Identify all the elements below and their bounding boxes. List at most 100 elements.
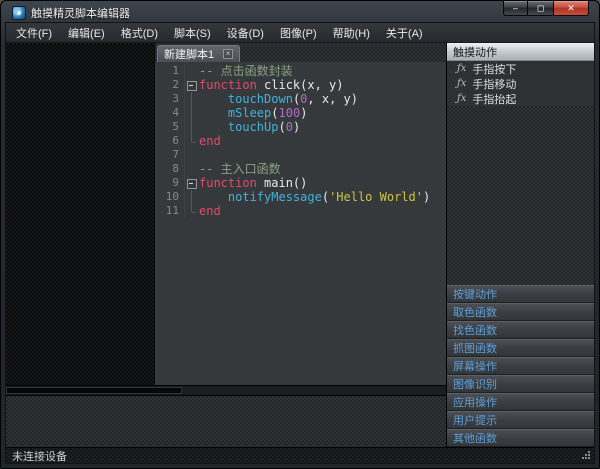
menu-item[interactable]: 帮助(H) [325, 23, 378, 42]
horizontal-scrollbar[interactable] [6, 385, 446, 395]
status-bar: 未连接设备 [6, 447, 594, 463]
code-line: 6 end [155, 134, 446, 148]
app-icon[interactable] [12, 6, 26, 20]
code-line: 1 -- 点击函数封装 [155, 64, 446, 78]
code-line: 8 -- 主入口函数 [155, 162, 446, 176]
token-plain: , x, y) [307, 92, 358, 106]
token-plain: ( [271, 106, 279, 120]
token-comment: -- 点击函数封装 [199, 64, 293, 78]
panel-header-touch-actions[interactable]: 触摸动作 [447, 43, 594, 61]
function-icon: ƒx [457, 93, 467, 104]
code-text: touchDown(0, x, y) [198, 92, 358, 106]
menu-item[interactable]: 格式(D) [113, 23, 166, 42]
tab-new-script[interactable]: 新建脚本1 × [157, 45, 241, 62]
menu-item[interactable]: 图像(P) [272, 23, 325, 42]
line-number: 3 [155, 92, 185, 106]
fold-guide [185, 148, 198, 162]
panel-header[interactable]: 找色函数 [447, 321, 594, 339]
work-area: 新建脚本1 × 1 -- 点击函数封装 2 function click(x, y) 3… [6, 43, 446, 385]
code-text: function main() [198, 176, 307, 190]
panel-header[interactable]: 抓图函数 [447, 339, 594, 357]
maximize-button[interactable]: ◻ [528, 1, 553, 16]
token-string: 'Hello World' [329, 190, 423, 204]
code-line: 10 notifyMessage('Hello World') [155, 190, 446, 204]
tab-close-icon[interactable]: × [223, 49, 234, 59]
function-item[interactable]: ƒx 手指按下 [447, 61, 594, 76]
code-line: 7 [155, 148, 446, 162]
function-item-label: 手指按下 [472, 63, 517, 76]
minimize-button[interactable]: – [503, 1, 528, 16]
maximize-icon: ◻ [536, 2, 545, 13]
panel-header[interactable]: 其他函数 [447, 429, 594, 447]
function-icon: ƒx [457, 63, 467, 74]
line-number: 10 [155, 190, 185, 204]
fold-guide [185, 134, 198, 148]
window-controls: – ◻ ✕ [503, 1, 589, 16]
line-number: 7 [155, 148, 185, 162]
status-text: 未连接设备 [12, 450, 67, 463]
fold-marker-icon[interactable] [185, 78, 198, 92]
app-frame: 文件(F) 编辑(E) 格式(D) 脚本(S) 设备(D) 图像(P) 帮助(H) 关于(A)… [5, 22, 595, 464]
panel-header[interactable]: 应用操作 [447, 393, 594, 411]
menu-item[interactable]: 编辑(E) [60, 23, 113, 42]
window-title: 触摸精灵脚本编辑器 [31, 8, 130, 20]
code-line: 3 touchDown(0, x, y) [155, 92, 446, 106]
token-keyword: end [199, 134, 221, 148]
menubar: 文件(F) 编辑(E) 格式(D) 脚本(S) 设备(D) 图像(P) 帮助(H) 关于(A) [6, 23, 594, 43]
token-plain: ) [300, 106, 308, 120]
token-plain: ) [292, 120, 301, 134]
minimize-icon: – [512, 2, 518, 13]
function-item[interactable]: ƒx 手指移动 [447, 76, 594, 91]
line-number: 1 [155, 64, 185, 78]
token-plain: main() [256, 176, 308, 190]
tab-strip: 新建脚本1 × [155, 43, 446, 62]
token-keyword: function [199, 78, 257, 92]
fold-guide [185, 64, 198, 78]
scrollbar-thumb[interactable] [6, 387, 182, 394]
token-keyword: function [199, 176, 257, 190]
menu-item[interactable]: 文件(F) [8, 23, 60, 42]
tab-label: 新建脚本1 [164, 49, 215, 61]
fold-guide [185, 92, 198, 106]
close-button[interactable]: ✕ [553, 1, 589, 16]
panel-header[interactable]: 取色函数 [447, 303, 594, 321]
code-editor[interactable]: 1 -- 点击函数封装 2 function click(x, y) 3 touchDo… [155, 62, 446, 385]
token-builtin: touchDown [227, 92, 293, 106]
function-item[interactable]: ƒx 手指抬起 [447, 91, 594, 106]
panel-header[interactable]: 用户提示 [447, 411, 594, 429]
panel-header[interactable]: 图像识别 [447, 375, 594, 393]
resize-grip[interactable] [581, 450, 591, 460]
token-comment: -- 主入口函数 [199, 162, 281, 176]
code-text: mSleep(100) [198, 106, 308, 120]
menu-item[interactable]: 设备(D) [219, 23, 272, 42]
function-sidebar: 触摸动作 ƒx 手指按下 ƒx 手指移动 ƒx 手指抬起 按键动作 取色函数 找色函数 抓图函数… [446, 43, 594, 447]
fold-guide [185, 106, 198, 120]
line-number: 4 [155, 106, 185, 120]
app-window: 触摸精灵脚本编辑器 – ◻ ✕ 文件(F) 编辑(E) 格式(D) 脚本(S) 设备(D… [0, 0, 600, 469]
line-number: 9 [155, 176, 185, 190]
script-editor: 新建脚本1 × 1 -- 点击函数封装 2 function click(x, y) 3… [154, 43, 446, 385]
collapsed-panel-list: 按键动作 取色函数 找色函数 抓图函数 屏幕操作 图像识别 应用操作 用户提示 其他函数 [447, 285, 594, 447]
fold-marker-icon[interactable] [185, 176, 198, 190]
line-number: 5 [155, 120, 185, 134]
line-number: 2 [155, 78, 185, 92]
code-text: -- 主入口函数 [198, 162, 281, 176]
code-line: 9 function main() [155, 176, 446, 190]
code-line: 4 mSleep(100) [155, 106, 446, 120]
code-text: -- 点击函数封装 [198, 64, 293, 78]
menu-item[interactable]: 关于(A) [378, 23, 431, 42]
fold-guide [185, 190, 198, 204]
panel-header[interactable]: 屏幕操作 [447, 357, 594, 375]
menu-item[interactable]: 脚本(S) [166, 23, 219, 42]
function-list: ƒx 手指按下 ƒx 手指移动 ƒx 手指抬起 [447, 61, 594, 106]
token-plain: ( [278, 120, 286, 134]
code-text: end [198, 134, 221, 148]
token-keyword: end [199, 204, 221, 218]
line-number: 8 [155, 162, 185, 176]
panel-header[interactable]: 按键动作 [447, 285, 594, 303]
